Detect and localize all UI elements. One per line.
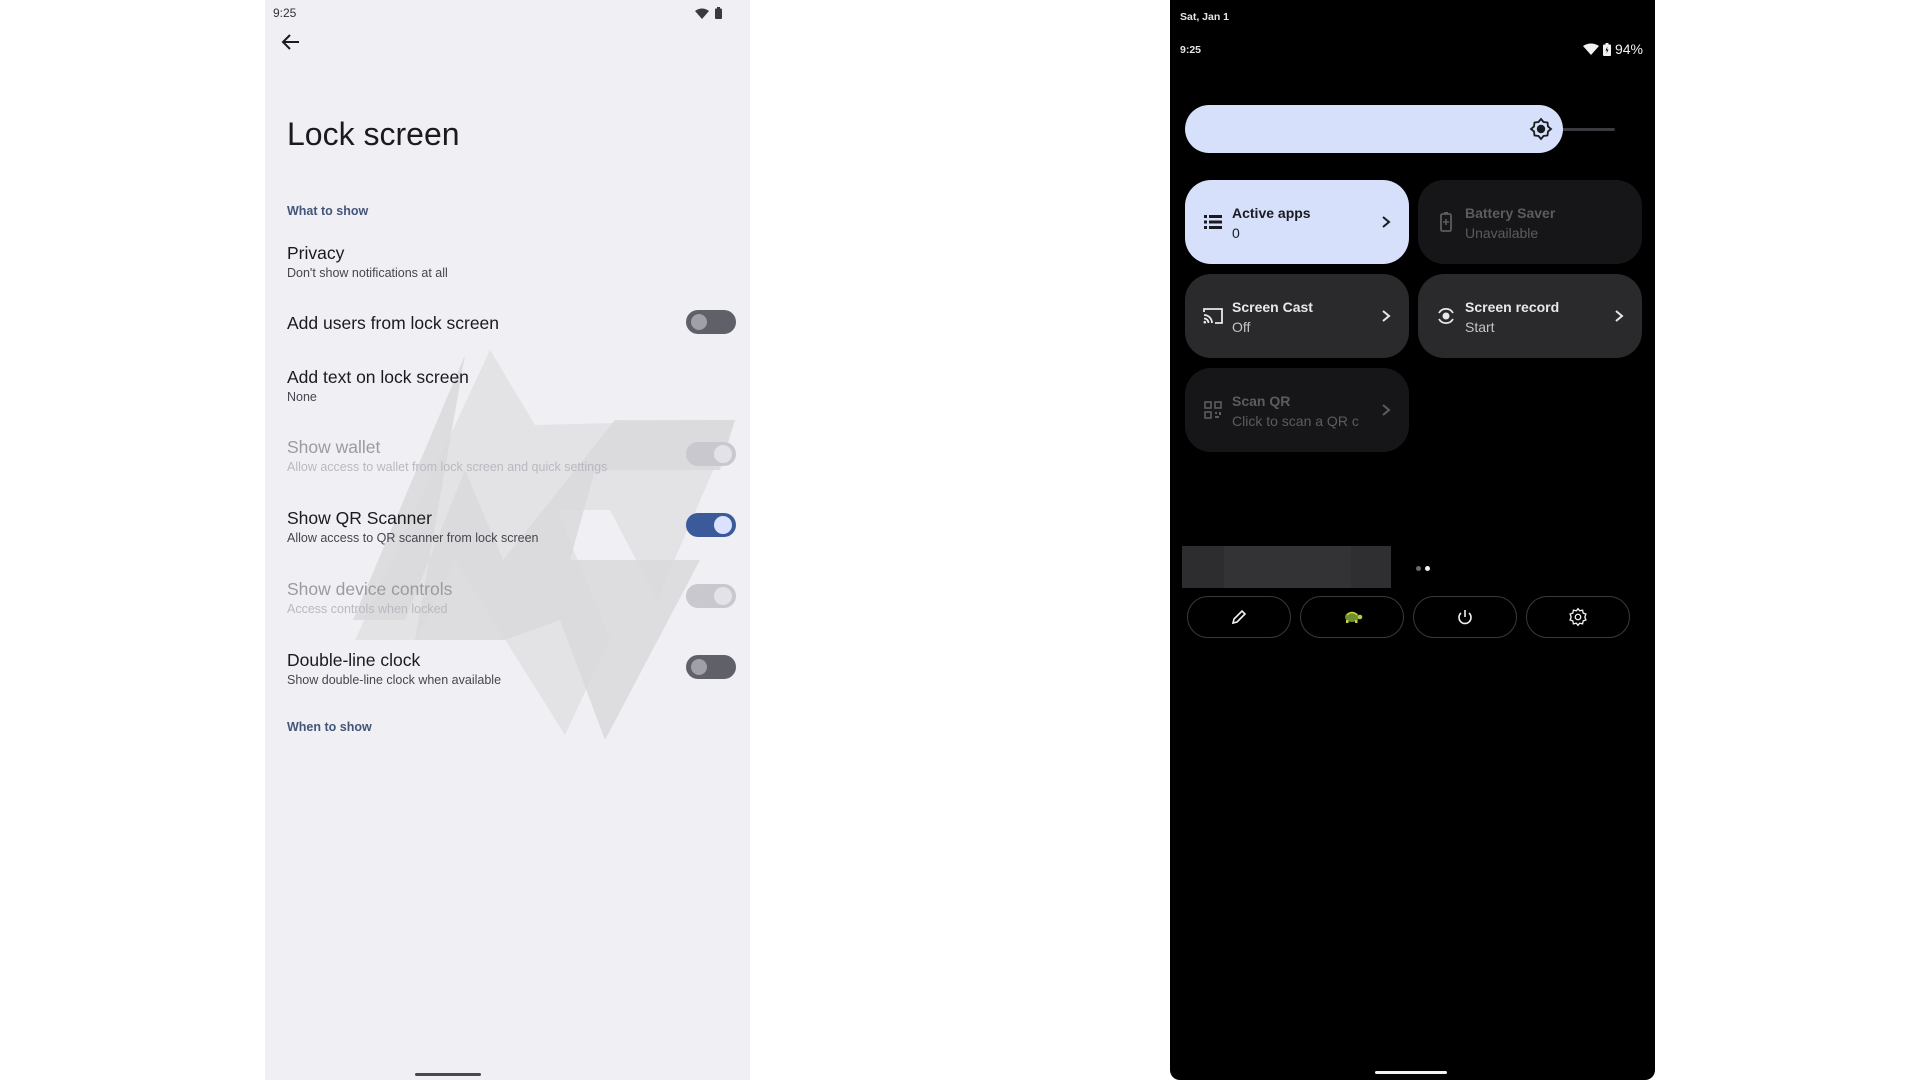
setting-row-add-users[interactable]: Add users from lock screen xyxy=(287,310,736,369)
switch-thumb xyxy=(691,659,707,675)
gear-icon xyxy=(1569,607,1587,627)
battery-percent: 94% xyxy=(1614,41,1643,57)
section-header-when-to-show: When to show xyxy=(287,720,372,734)
tile-label: Screen Cast xyxy=(1232,299,1313,315)
add-users-switch[interactable] xyxy=(686,310,736,334)
gesture-nav-handle[interactable] xyxy=(1375,1071,1447,1074)
row-title: Show wallet xyxy=(287,437,381,457)
status-time: 9:25 xyxy=(273,6,297,20)
setting-row-show-qr-scanner[interactable]: Show QR Scanner Allow access to QR scann… xyxy=(287,508,736,564)
show-wallet-switch xyxy=(686,442,736,466)
row-title: Privacy xyxy=(287,243,345,263)
row-title: Add text on lock screen xyxy=(287,367,469,387)
setting-row-show-device-controls: Show device controls Access controls whe… xyxy=(287,579,736,635)
tile-secondary: Off xyxy=(1232,319,1251,335)
media-placeholder xyxy=(1182,546,1391,588)
media-segment xyxy=(1182,546,1224,588)
row-summary: Allow access to QR scanner from lock scr… xyxy=(287,531,539,545)
pencil-icon xyxy=(1231,609,1247,625)
brightness-icon xyxy=(1529,117,1553,141)
user-switcher-button[interactable] xyxy=(1300,596,1404,638)
date-text: Sat, Jan 1 xyxy=(1180,11,1230,23)
media-segment xyxy=(1351,546,1391,588)
row-title: Add users from lock screen xyxy=(287,313,500,333)
row-summary: None xyxy=(287,390,317,404)
status-bar: 9:25 xyxy=(273,4,722,22)
settings-button[interactable] xyxy=(1526,596,1630,638)
chevron-right-icon xyxy=(1382,404,1391,416)
tile-active-apps[interactable]: Active apps 0 xyxy=(1185,180,1409,264)
tile-scan-qr[interactable]: Scan QR Click to scan a QR c xyxy=(1185,368,1409,452)
quick-settings-panel: Sat, Jan 1 9:25 94% Active apps 0 Batter… xyxy=(1170,0,1655,1080)
turtle-avatar-icon xyxy=(1345,611,1363,623)
power-icon xyxy=(1458,610,1472,625)
switch-thumb xyxy=(691,314,707,330)
chevron-right-icon xyxy=(1382,310,1391,322)
status-icons: 94% xyxy=(1582,41,1643,57)
show-device-controls-switch xyxy=(686,584,736,608)
screen-record-icon xyxy=(1438,307,1454,325)
wifi-icon xyxy=(1582,43,1599,55)
wifi-icon xyxy=(695,8,709,19)
row-summary: Don't show notifications at all xyxy=(287,266,448,280)
tile-battery-saver[interactable]: Battery Saver Unavailable xyxy=(1418,180,1642,264)
show-qr-scanner-switch[interactable] xyxy=(686,513,736,537)
row-summary: Allow access to wallet from lock screen … xyxy=(287,460,608,474)
switch-thumb xyxy=(714,445,732,463)
tile-secondary: Click to scan a QR c xyxy=(1232,413,1359,429)
row-title: Show device controls xyxy=(287,579,453,599)
page-dot[interactable] xyxy=(1425,566,1430,571)
switch-thumb xyxy=(714,516,732,534)
power-button[interactable] xyxy=(1413,596,1517,638)
list-icon xyxy=(1204,215,1222,229)
clock-text: 9:25 xyxy=(1180,44,1202,56)
gesture-nav-handle[interactable] xyxy=(415,1073,481,1076)
page-dot[interactable] xyxy=(1416,566,1421,571)
lock-screen-settings-screen: 9:25 Lock screen What to show Privacy Do… xyxy=(265,0,750,1080)
arrow-back-icon[interactable] xyxy=(279,30,303,54)
brightness-fill[interactable] xyxy=(1185,105,1564,153)
setting-row-show-wallet: Show wallet Allow access to wallet from … xyxy=(287,437,736,493)
tile-label: Scan QR xyxy=(1232,393,1291,409)
row-summary: Access controls when locked xyxy=(287,602,448,616)
battery-icon xyxy=(715,7,722,19)
qr-code-icon xyxy=(1204,401,1222,419)
battery-charging-icon xyxy=(1602,42,1611,56)
tile-label: Screen record xyxy=(1465,299,1560,315)
row-summary: Show double-line clock when available xyxy=(287,673,502,687)
tile-label: Active apps xyxy=(1232,205,1311,221)
tile-secondary: 0 xyxy=(1232,225,1240,241)
tile-secondary: Unavailable xyxy=(1465,225,1539,241)
battery-saver-icon xyxy=(1440,212,1452,232)
chevron-right-icon xyxy=(1615,310,1624,322)
setting-row-double-line-clock[interactable]: Double-line clock Show double-line clock… xyxy=(287,650,736,706)
switch-thumb xyxy=(714,587,732,605)
row-title: Double-line clock xyxy=(287,650,421,670)
cast-icon xyxy=(1203,308,1223,324)
setting-row-privacy[interactable]: Privacy Don't show notifications at all xyxy=(287,243,736,299)
row-title: Show QR Scanner xyxy=(287,508,432,528)
chevron-right-icon xyxy=(1382,216,1391,228)
setting-row-add-text[interactable]: Add text on lock screen None xyxy=(287,367,736,423)
tile-screen-cast[interactable]: Screen Cast Off xyxy=(1185,274,1409,358)
edit-button[interactable] xyxy=(1187,596,1291,638)
page-title: Lock screen xyxy=(287,116,460,152)
brightness-slider[interactable] xyxy=(1185,105,1615,153)
tile-label: Battery Saver xyxy=(1465,205,1556,221)
tile-secondary: Start xyxy=(1465,319,1495,335)
section-header-what-to-show: What to show xyxy=(287,204,369,218)
tile-screen-record[interactable]: Screen record Start xyxy=(1418,274,1642,358)
page-indicator xyxy=(1416,566,1430,571)
double-line-clock-switch[interactable] xyxy=(686,655,736,679)
